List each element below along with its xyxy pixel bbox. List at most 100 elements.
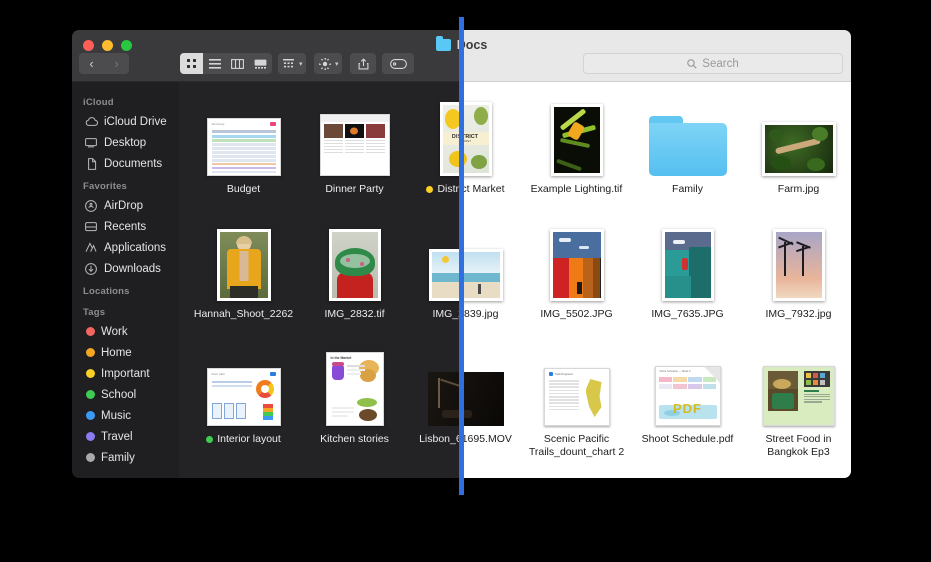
file-name: Interior layout [217, 433, 281, 445]
photo-thumbnail [328, 229, 381, 301]
file-label: IMG_7635.JPG [651, 308, 723, 321]
file-item[interactable]: Hannah_Shoot_2262 [188, 221, 299, 345]
action-menu[interactable]: ▾ [314, 53, 342, 74]
file-thumbnail: Floor plan [206, 346, 281, 426]
sidebar-item-downloads[interactable]: Downloads [72, 258, 179, 279]
navigation-buttons[interactable]: ‹ › [79, 53, 129, 74]
sidebar-item-tag-work[interactable]: Work [72, 321, 179, 342]
file-label: Farm.jpg [778, 183, 819, 196]
file-label: IMG_7932.jpg [766, 308, 832, 321]
file-item[interactable]: Trail Programs [521, 346, 632, 470]
share-icon[interactable] [350, 53, 376, 74]
file-item[interactable]: IMG_7932.jpg [743, 221, 851, 345]
spreadsheet-icon: Summary [206, 118, 281, 176]
theme-split-divider[interactable] [459, 17, 464, 495]
file-thumbnail [216, 221, 271, 301]
file-item[interactable]: Example Lighting.tif [521, 96, 632, 220]
share-button[interactable] [350, 53, 376, 74]
sidebar-item-label: Applications [104, 241, 167, 254]
file-thumbnail [772, 221, 825, 301]
tag-dot-icon [206, 436, 214, 443]
photo-thumbnail [772, 229, 825, 301]
file-label: Example Lighting.tif [531, 183, 623, 196]
column-view-button[interactable] [226, 53, 249, 74]
downloads-icon [84, 262, 98, 275]
file-item[interactable]: Shoot Schedule — Week 2 [632, 346, 743, 470]
file-item[interactable]: Dinner Party [299, 96, 410, 220]
file-name: Budget [226, 183, 261, 195]
photo-thumbnail [216, 229, 271, 301]
file-name: IMG_7635.JPG [651, 308, 724, 320]
file-label: Shoot Schedule.pdf [642, 433, 734, 446]
file-label: Scenic Pacific Trails_dount_chart 2 [525, 433, 629, 458]
group-by-control[interactable]: ▾ [278, 53, 306, 74]
file-item[interactable]: Family [632, 96, 743, 220]
close-button[interactable] [83, 40, 94, 51]
file-item[interactable]: Street Food in Bangkok Ep3 [743, 346, 851, 470]
file-name: Shoot Schedule.pdf [641, 433, 734, 445]
window-controls[interactable] [83, 40, 132, 51]
list-view-button[interactable] [203, 53, 226, 74]
sidebar-item-desktop[interactable]: Desktop [72, 132, 179, 153]
sidebar-item-tag-music[interactable]: Music [72, 405, 179, 426]
chevron-down-icon[interactable]: ▾ [299, 53, 306, 74]
file-thumbnail [328, 221, 381, 301]
chevron-down-icon[interactable]: ▾ [335, 53, 342, 74]
sidebar-item-documents[interactable]: Documents [72, 153, 179, 174]
file-item[interactable]: IMG_7635.JPG [632, 221, 743, 345]
desktop-icon [84, 137, 98, 148]
applications-icon [84, 242, 98, 253]
back-button[interactable]: ‹ [79, 53, 104, 74]
sidebar[interactable]: iCloud iCloud Drive Desktop Documents Fa… [72, 82, 179, 478]
pdf-icon: Shoot Schedule — Week 2 [654, 366, 721, 426]
file-item[interactable]: IMG_2832.tif [299, 221, 410, 345]
document-icon: Floor plan [206, 368, 281, 426]
sidebar-item-icloud-drive[interactable]: iCloud Drive [72, 111, 179, 132]
group-by-icon[interactable] [278, 53, 299, 74]
file-item[interactable]: Floor plan [188, 346, 299, 470]
forward-button[interactable]: › [104, 53, 129, 74]
gallery-view-button[interactable] [249, 53, 272, 74]
file-thumbnail [550, 96, 603, 176]
sidebar-item-label: Recents [104, 220, 147, 233]
sidebar-item-tag-home[interactable]: Home [72, 342, 179, 363]
sidebar-item-label: School [101, 388, 137, 401]
sidebar-item-label: Music [101, 409, 132, 422]
sidebar-item-airdrop[interactable]: AirDrop [72, 195, 179, 216]
file-item[interactable]: In the Market Kitchen stories [299, 346, 410, 470]
file-label: Budget [227, 183, 260, 196]
tag-dot-icon [86, 432, 95, 441]
file-thumbnail: Shoot Schedule — Week 2 [654, 346, 721, 426]
sidebar-item-tag-important[interactable]: Important [72, 363, 179, 384]
sidebar-item-label: Downloads [104, 262, 161, 275]
minimize-button[interactable] [102, 40, 113, 51]
file-label: IMG_2832.tif [324, 308, 384, 321]
search-field-light[interactable]: Search [583, 53, 843, 74]
view-mode-switcher[interactable] [180, 53, 272, 74]
gear-icon[interactable] [314, 53, 335, 74]
file-item[interactable]: Farm.jpg [743, 96, 851, 220]
document-icon: Trail Programs [543, 368, 610, 426]
file-thumbnail: Summary [206, 96, 281, 176]
sidebar-item-applications[interactable]: Applications [72, 237, 179, 258]
file-label: Interior layout [206, 433, 281, 446]
sidebar-item-label: Travel [101, 430, 133, 443]
file-item[interactable]: Summary [188, 96, 299, 220]
icon-view-button[interactable] [180, 53, 203, 74]
sidebar-section-header: iCloud [83, 97, 114, 108]
file-item[interactable]: IMG_5502.JPG [521, 221, 632, 345]
photo-thumbnail [550, 104, 603, 176]
sidebar-item-tag-family[interactable]: Family [72, 447, 179, 468]
tag-dot-icon [426, 186, 434, 193]
cloud-icon [84, 117, 98, 126]
search-placeholder: Search [702, 57, 739, 70]
tags-button[interactable] [382, 53, 414, 74]
tag-icon[interactable] [382, 53, 414, 74]
zoom-button[interactable] [121, 40, 132, 51]
file-thumbnail [761, 96, 836, 176]
sidebar-item-tag-travel[interactable]: Travel [72, 426, 179, 447]
file-name: IMG_7932.jpg [765, 308, 832, 320]
sidebar-item-tag-school[interactable]: School [72, 384, 179, 405]
folder-icon [648, 116, 727, 176]
sidebar-item-recents[interactable]: Recents [72, 216, 179, 237]
